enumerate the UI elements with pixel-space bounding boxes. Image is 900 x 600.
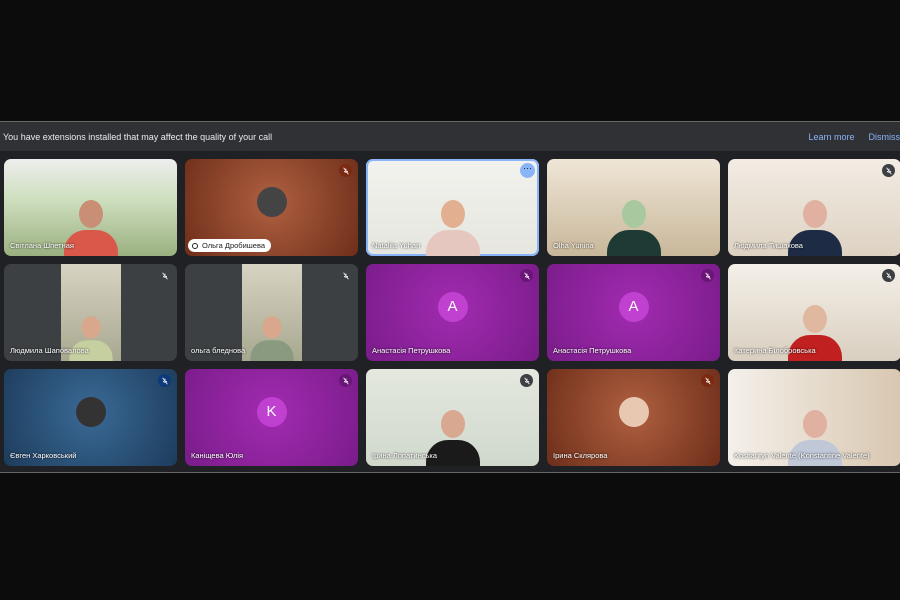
participant-tile[interactable]: A Анастасія Петрушкова <box>547 264 720 361</box>
banner-message: You have extensions installed that may a… <box>3 131 273 142</box>
avatar <box>75 396 106 427</box>
participant-tile[interactable]: Катерина Білобровська <box>728 264 900 361</box>
mic-off-icon <box>701 269 714 282</box>
mic-off-icon <box>158 269 171 282</box>
participant-name: Катерина Білобровська <box>734 346 816 355</box>
avatar <box>256 186 287 217</box>
participant-tile[interactable]: Євген Харковський <box>4 369 177 466</box>
participant-name: Kostiantyn Valente (Konstantine Valente) <box>734 451 870 460</box>
video-feed <box>242 264 302 361</box>
participant-name: Ірина Лопатинська <box>372 451 438 460</box>
participant-tile[interactable]: A Анастасія Петрушкова <box>366 264 539 361</box>
video-feed <box>606 196 661 256</box>
participant-name: Ірина Склярова <box>553 451 608 460</box>
participant-tile[interactable]: ольга бледнова <box>185 264 358 361</box>
mic-off-icon <box>339 269 352 282</box>
participant-tile[interactable]: Ірина Склярова <box>547 369 720 466</box>
more-options-icon[interactable]: ⋯ <box>520 163 535 178</box>
mic-off-icon <box>882 164 895 177</box>
participant-name: ольга бледнова <box>191 346 246 355</box>
video-feed <box>425 196 480 256</box>
participant-tile[interactable]: Olha Yunina <box>547 159 720 256</box>
dismiss-button[interactable]: Dismiss <box>869 132 900 142</box>
mic-off-icon <box>158 374 171 387</box>
meeting-window: You have extensions installed that may a… <box>0 121 900 473</box>
participant-name: Світлана Шпетная <box>10 241 74 250</box>
mic-off-icon <box>882 269 895 282</box>
participant-tile[interactable]: K Каніщева Юлія <box>185 369 358 466</box>
mic-off-icon <box>520 374 533 387</box>
participant-tile[interactable]: Ірина Лопатинська <box>366 369 539 466</box>
participant-name: Olha Yunina <box>553 241 594 250</box>
participant-grid: Світлана Шпетная Ольга Дробишева ⋯ Natal… <box>4 159 900 466</box>
mic-off-icon <box>701 374 714 387</box>
mic-off-icon <box>339 374 352 387</box>
participant-tile[interactable]: Ольга Дробишева <box>185 159 358 256</box>
mic-off-icon <box>520 269 533 282</box>
extensions-banner: You have extensions installed that may a… <box>0 122 900 151</box>
mic-off-icon <box>339 164 352 177</box>
participant-tile[interactable]: Kostiantyn Valente (Konstantine Valente) <box>728 369 900 466</box>
participant-name: Ольга Дробишева <box>188 239 272 252</box>
participant-name: Анастасія Петрушкова <box>553 346 632 355</box>
participant-tile[interactable]: Людмила Тишакова <box>728 159 900 256</box>
participant-tile[interactable]: Людмила Шаповалова <box>4 264 177 361</box>
learn-more-link[interactable]: Learn more <box>808 132 854 142</box>
avatar: K <box>256 396 287 427</box>
avatar <box>618 396 649 427</box>
participant-name: Людмила Шаповалова <box>10 346 89 355</box>
participant-tile[interactable]: ⋯ Nataliia Yuhan <box>366 159 539 256</box>
participant-name: Каніщева Юлія <box>191 451 244 460</box>
pin-icon <box>192 243 198 249</box>
participant-name: Nataliia Yuhan <box>372 241 421 250</box>
participant-tile[interactable]: Світлана Шпетная <box>4 159 177 256</box>
participant-name: Людмила Тишакова <box>734 241 803 250</box>
participant-name: Євген Харковський <box>10 451 77 460</box>
avatar: A <box>437 291 468 322</box>
participant-name: Анастасія Петрушкова <box>372 346 451 355</box>
avatar: A <box>618 291 649 322</box>
